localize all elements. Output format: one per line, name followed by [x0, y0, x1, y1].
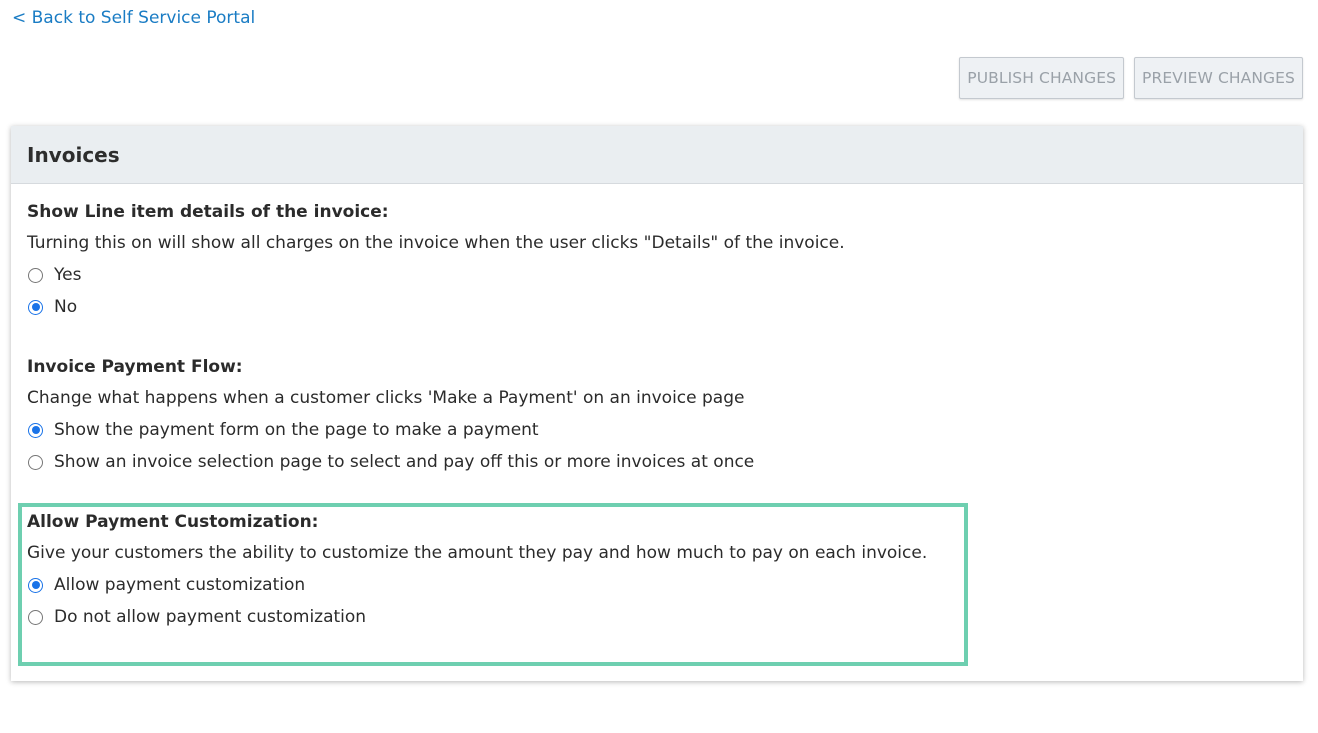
- option-label: Yes: [54, 265, 82, 285]
- section-title: Allow Payment Customization:: [27, 512, 319, 532]
- section-invoice-payment-flow: Invoice Payment Flow: Change what happen…: [27, 355, 754, 474]
- option-label: Show the payment form on the page to mak…: [54, 420, 539, 440]
- radio-unchecked-icon[interactable]: [28, 454, 43, 470]
- section-line-item-details: Show Line item details of the invoice: T…: [27, 200, 845, 319]
- section-title: Show Line item details of the invoice:: [27, 202, 389, 222]
- option-label: Allow payment customization: [54, 575, 306, 595]
- publish-changes-button[interactable]: PUBLISH CHANGES: [959, 57, 1125, 99]
- radio-option-disallow-customization[interactable]: Do not allow payment customization: [27, 605, 927, 629]
- radio-option-yes[interactable]: Yes: [27, 263, 845, 287]
- radio-option-invoice-selection[interactable]: Show an invoice selection page to select…: [27, 450, 754, 474]
- section-payment-customization: Allow Payment Customization: Give your c…: [27, 510, 927, 629]
- invoices-card: Invoices Show Line item details of the i…: [11, 126, 1303, 681]
- radio-unchecked-icon[interactable]: [28, 609, 43, 625]
- section-description: Give your customers the ability to custo…: [27, 543, 928, 563]
- card-title: Invoices: [27, 142, 120, 167]
- radio-unchecked-icon[interactable]: [28, 267, 43, 283]
- radio-option-allow-customization[interactable]: Allow payment customization: [27, 573, 927, 597]
- radio-checked-icon[interactable]: [28, 299, 43, 315]
- option-label: No: [54, 297, 78, 317]
- section-title: Invoice Payment Flow:: [27, 357, 243, 377]
- radio-checked-icon[interactable]: [28, 577, 43, 593]
- section-description: Turning this on will show all charges on…: [27, 233, 845, 253]
- card-header: Invoices: [11, 126, 1303, 184]
- section-description: Change what happens when a customer clic…: [27, 388, 745, 408]
- back-to-portal-link[interactable]: < Back to Self Service Portal: [12, 8, 255, 28]
- option-label: Do not allow payment customization: [54, 607, 367, 627]
- toolbar: PUBLISH CHANGES PREVIEW CHANGES: [959, 57, 1303, 99]
- radio-option-payment-form[interactable]: Show the payment form on the page to mak…: [27, 418, 754, 442]
- radio-option-no[interactable]: No: [27, 295, 845, 319]
- radio-checked-icon[interactable]: [28, 422, 43, 438]
- preview-changes-button[interactable]: PREVIEW CHANGES: [1134, 57, 1303, 99]
- option-label: Show an invoice selection page to select…: [54, 452, 755, 472]
